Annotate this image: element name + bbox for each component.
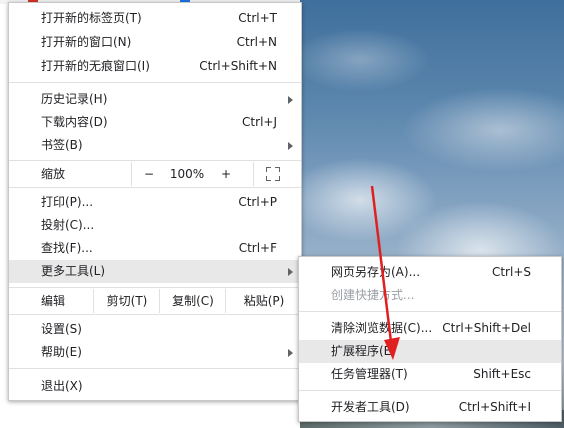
menu-item-new-window[interactable]: 打开新的窗口(N) Ctrl+N bbox=[9, 31, 301, 54]
menu-item-label: 退出(X) bbox=[41, 379, 83, 393]
menu-item-print[interactable]: 打印(P)... Ctrl+P bbox=[9, 191, 301, 214]
menu-item-shortcut: Ctrl+Shift+I bbox=[458, 400, 531, 414]
menu-item-shortcut: Ctrl+J bbox=[242, 115, 277, 129]
menu-item-label: 网页另存为(A)... bbox=[331, 265, 421, 279]
submenu-arrow-icon bbox=[288, 268, 293, 276]
menu-item-label: 查找(F)... bbox=[41, 241, 93, 255]
menu-item-label: 设置(S) bbox=[41, 322, 82, 336]
browser-main-menu: 打开新的标签页(T) Ctrl+T 打开新的窗口(N) Ctrl+N 打开新的无… bbox=[8, 2, 302, 401]
menu-item-label: 打开新的窗口(N) bbox=[41, 35, 132, 49]
zoom-label: 缩放 bbox=[41, 167, 66, 181]
menu-item-shortcut: Ctrl+N bbox=[236, 35, 277, 49]
menu-item-new-incognito[interactable]: 打开新的无痕窗口(I) Ctrl+Shift+N bbox=[9, 55, 301, 78]
menu-item-label: 投射(C)... bbox=[41, 218, 95, 232]
submenu-item-extensions[interactable]: 扩展程序(E) bbox=[299, 340, 561, 363]
menu-item-label: 更多工具(L) bbox=[41, 264, 106, 278]
menu-item-label: 打开新的标签页(T) bbox=[41, 11, 142, 25]
zoom-in-label: + bbox=[220, 167, 232, 181]
menu-item-label: 打印(P)... bbox=[41, 195, 94, 209]
more-tools-submenu: 网页另存为(A)... Ctrl+S 创建快捷方式... 清除浏览数据(C)..… bbox=[298, 256, 562, 422]
menu-item-help[interactable]: 帮助(E) bbox=[9, 341, 301, 364]
zoom-row: 缩放 − 100% + bbox=[9, 162, 301, 186]
menu-item-label: 扩展程序(E) bbox=[331, 344, 396, 358]
menu-item-label: 开发者工具(D) bbox=[331, 400, 410, 414]
submenu-item-create-shortcut: 创建快捷方式... bbox=[299, 284, 561, 307]
menu-item-label: 清除浏览数据(C)... bbox=[331, 321, 433, 335]
copy-button[interactable]: 复制(C) bbox=[159, 289, 226, 313]
zoom-value: 100% bbox=[169, 167, 205, 181]
menu-item-downloads[interactable]: 下载内容(D) Ctrl+J bbox=[9, 111, 301, 134]
edit-row: 编辑 剪切(T) 复制(C) 粘贴(P) bbox=[9, 289, 301, 313]
zoom-out-label: − bbox=[143, 167, 155, 181]
menu-separator bbox=[9, 314, 301, 315]
cut-label: 剪切(T) bbox=[106, 294, 148, 308]
submenu-item-clear-data[interactable]: 清除浏览数据(C)... Ctrl+Shift+Del bbox=[299, 317, 561, 340]
menu-item-label: 任务管理器(T) bbox=[331, 367, 408, 381]
menu-separator bbox=[9, 287, 301, 288]
menu-separator bbox=[9, 160, 301, 161]
menu-item-cast[interactable]: 投射(C)... bbox=[9, 214, 301, 237]
submenu-arrow-icon bbox=[288, 349, 293, 357]
copy-label: 复制(C) bbox=[172, 294, 214, 308]
edit-label: 编辑 bbox=[41, 294, 66, 308]
zoom-level: 100% bbox=[165, 162, 209, 186]
zoom-out-button[interactable]: − bbox=[131, 162, 166, 186]
menu-item-shortcut: Ctrl+Shift+N bbox=[199, 59, 277, 73]
paste-button[interactable]: 粘贴(P) bbox=[225, 289, 302, 313]
cut-button[interactable]: 剪切(T) bbox=[93, 289, 160, 313]
menu-item-settings[interactable]: 设置(S) bbox=[9, 318, 301, 341]
menu-item-label: 创建快捷方式... bbox=[331, 288, 415, 302]
menu-separator bbox=[299, 390, 561, 391]
menu-item-shortcut: Shift+Esc bbox=[473, 367, 531, 381]
submenu-arrow-icon bbox=[288, 142, 293, 150]
menu-item-label: 打开新的无痕窗口(I) bbox=[41, 59, 150, 73]
fullscreen-icon bbox=[266, 167, 280, 181]
menu-separator bbox=[9, 82, 301, 83]
menu-item-exit[interactable]: 退出(X) bbox=[9, 375, 301, 398]
submenu-item-devtools[interactable]: 开发者工具(D) Ctrl+Shift+I bbox=[299, 396, 561, 419]
submenu-arrow-icon bbox=[288, 96, 293, 104]
menu-separator bbox=[299, 311, 561, 312]
menu-item-find[interactable]: 查找(F)... Ctrl+F bbox=[9, 237, 301, 260]
menu-item-shortcut: Ctrl+Shift+Del bbox=[442, 321, 531, 335]
fullscreen-button[interactable] bbox=[253, 162, 300, 186]
menu-item-label: 历史记录(H) bbox=[41, 92, 108, 106]
menu-item-new-tab[interactable]: 打开新的标签页(T) Ctrl+T bbox=[9, 7, 301, 30]
menu-item-label: 书签(B) bbox=[41, 138, 83, 152]
menu-item-shortcut: Ctrl+P bbox=[238, 195, 277, 209]
menu-separator bbox=[9, 368, 301, 369]
menu-item-bookmarks[interactable]: 书签(B) bbox=[9, 134, 301, 157]
paste-label: 粘贴(P) bbox=[243, 294, 285, 308]
submenu-item-task-manager[interactable]: 任务管理器(T) Shift+Esc bbox=[299, 363, 561, 386]
menu-item-history[interactable]: 历史记录(H) bbox=[9, 88, 301, 111]
menu-item-label: 下载内容(D) bbox=[41, 115, 108, 129]
menu-item-label: 帮助(E) bbox=[41, 345, 82, 359]
menu-item-shortcut: Ctrl+T bbox=[238, 11, 277, 25]
menu-item-more-tools[interactable]: 更多工具(L) bbox=[9, 260, 301, 283]
zoom-in-button[interactable]: + bbox=[209, 162, 243, 186]
menu-separator bbox=[9, 187, 301, 188]
menu-item-shortcut: Ctrl+S bbox=[491, 265, 531, 279]
submenu-item-save-page[interactable]: 网页另存为(A)... Ctrl+S bbox=[299, 261, 561, 284]
menu-item-shortcut: Ctrl+F bbox=[238, 241, 277, 255]
